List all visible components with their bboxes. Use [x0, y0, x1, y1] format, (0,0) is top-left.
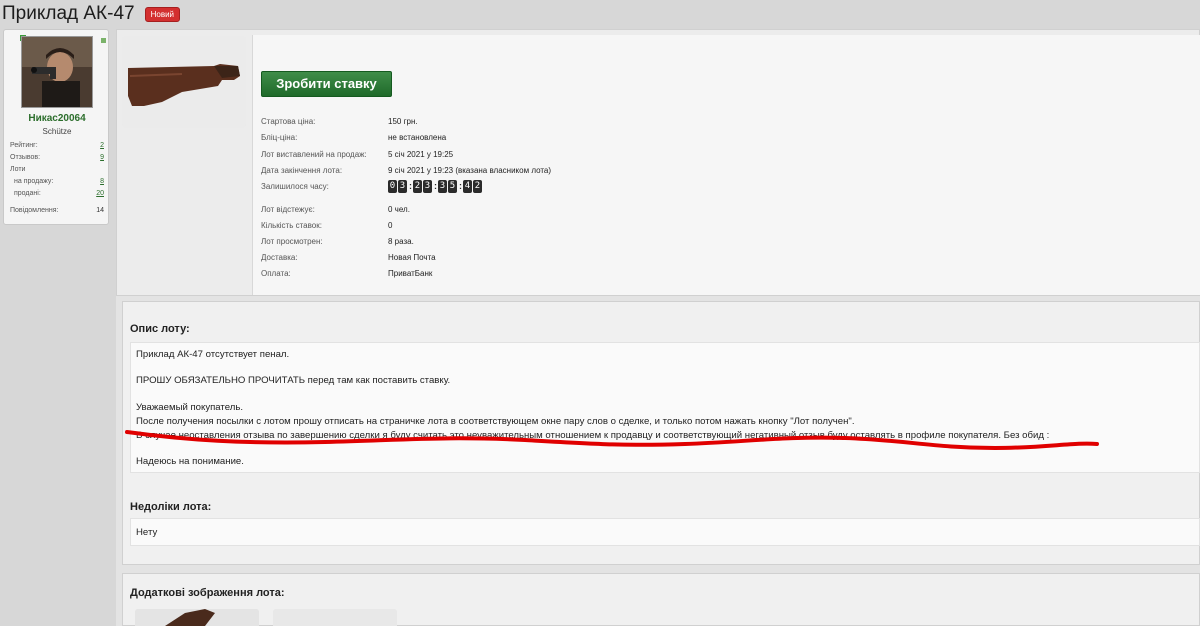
timer-digit: 2: [473, 180, 482, 193]
row-remaining: Залишилося часу: 0 3 : 2 3 : 3 5 : 4 2: [261, 180, 483, 193]
defects-text: Нету: [136, 527, 158, 538]
description-line: После получения посылки с лотом прошу от…: [136, 416, 855, 427]
start-price-value: 150 грн.: [388, 117, 418, 126]
red-underline-annotation: [125, 430, 1099, 451]
start-price-label: Стартова ціна:: [261, 117, 316, 126]
lot-photo[interactable]: [122, 36, 246, 128]
row-blitz-price: Бліц-ціна: не встановлена: [261, 133, 446, 142]
stat-rating-value[interactable]: 2: [100, 142, 104, 149]
additional-image-thumb[interactable]: [273, 609, 397, 626]
title-bar: Приклад АК-47 Новий: [0, 0, 181, 28]
bids-value: 0: [388, 221, 393, 230]
stat-sold-value[interactable]: 20: [96, 190, 104, 197]
row-bids: Кількість ставок: 0: [261, 221, 392, 230]
avatar-image: [22, 37, 92, 107]
stat-reviews-label: Отзывов:: [10, 154, 41, 161]
ends-label: Дата закінчення лота:: [261, 166, 343, 175]
thumb-image: [135, 609, 259, 626]
seller-card: Никас20064 Schütze Рейтинг: 2 Отзывов: 9…: [3, 29, 109, 225]
payment-value: ПриватБанк: [388, 269, 433, 278]
timer-digit: 5: [448, 180, 457, 193]
timer-digit: 2: [413, 180, 422, 193]
description-title: Опис лоту:: [130, 323, 190, 335]
defects-box: [130, 518, 1200, 546]
timer-digit: 4: [463, 180, 472, 193]
stat-lots-label: Лоти: [10, 166, 26, 173]
rifle-stock-image: [122, 36, 246, 128]
payment-label: Оплата:: [261, 269, 291, 278]
row-start-price: Стартова ціна: 150 грн.: [261, 117, 418, 126]
description-line: ПРОШУ ОБЯЗАТЕЛЬНО ПРОЧИТАТЬ перед там ка…: [136, 375, 451, 386]
stat-posts: Повідомлення: 14: [10, 207, 104, 214]
corner-marker: [101, 38, 106, 43]
stat-reviews-value[interactable]: 9: [100, 154, 104, 161]
description-line: Приклад АК-47 отсутствует пенал.: [136, 349, 290, 360]
stat-sold-label: продані:: [14, 190, 41, 197]
stat-posts-value: 14: [96, 207, 104, 214]
thumb-image: [273, 609, 397, 626]
place-bid-button[interactable]: Зробити ставку: [261, 71, 392, 97]
stat-for-sale-value[interactable]: 8: [100, 178, 104, 185]
stat-rating: Рейтинг: 2: [10, 142, 104, 149]
page-title: Приклад АК-47: [2, 3, 135, 24]
row-delivery: Доставка: Новая Почта: [261, 253, 436, 262]
row-views: Лот просмотрен: 8 раза.: [261, 237, 414, 246]
watchers-value: 0 чел.: [388, 205, 410, 214]
stat-posts-label: Повідомлення:: [10, 207, 59, 214]
stat-rating-label: Рейтинг:: [10, 142, 38, 149]
blitz-price-value: не встановлена: [388, 133, 447, 142]
watchers-label: Лот відстежує:: [261, 205, 315, 214]
countdown-timer: 0 3 : 2 3 : 3 5 : 4 2: [388, 180, 483, 193]
blitz-price-label: Бліц-ціна:: [261, 133, 298, 142]
row-ends: Дата закінчення лота: 9 січ 2021 у 19:23…: [261, 166, 551, 175]
delivery-value: Новая Почта: [388, 253, 436, 262]
listed-label: Лот виставлений на продаж:: [261, 150, 367, 159]
views-value: 8 раза.: [388, 237, 414, 246]
stat-reviews: Отзывов: 9: [10, 154, 104, 161]
avatar[interactable]: [21, 36, 93, 108]
timer-digit: 3: [423, 180, 432, 193]
defects-title: Недоліки лота:: [130, 501, 212, 513]
timer-digit: 0: [388, 180, 397, 193]
listed-value: 5 січ 2021 у 19:25: [388, 150, 454, 159]
row-payment: Оплата: ПриватБанк: [261, 269, 432, 278]
bids-label: Кількість ставок:: [261, 221, 322, 230]
stat-lots: Лоти: [10, 166, 104, 173]
stat-for-sale-label: на продажу:: [14, 178, 54, 185]
new-badge: Новий: [144, 6, 181, 22]
row-listed: Лот виставлений на продаж: 5 січ 2021 у …: [261, 150, 453, 159]
timer-digit: 3: [398, 180, 407, 193]
seller-name[interactable]: Никас20064: [4, 113, 110, 124]
delivery-label: Доставка:: [261, 253, 298, 262]
seller-title: Schütze: [42, 127, 72, 136]
stat-for-sale: на продажу: 8: [10, 178, 104, 185]
remaining-label: Залишилося часу:: [261, 182, 329, 191]
ends-value: 9 січ 2021 у 19:23 (вказана власником ло…: [388, 166, 552, 175]
additional-images-title: Додаткові зображення лота:: [130, 587, 285, 599]
additional-image-thumb[interactable]: [135, 609, 259, 626]
stat-sold: продані: 20: [10, 190, 104, 197]
row-watchers: Лот відстежує: 0 чел.: [261, 205, 410, 214]
timer-digit: 3: [438, 180, 447, 193]
views-label: Лот просмотрен:: [261, 237, 323, 246]
description-line: Уважаемый покупатель.: [136, 402, 244, 413]
